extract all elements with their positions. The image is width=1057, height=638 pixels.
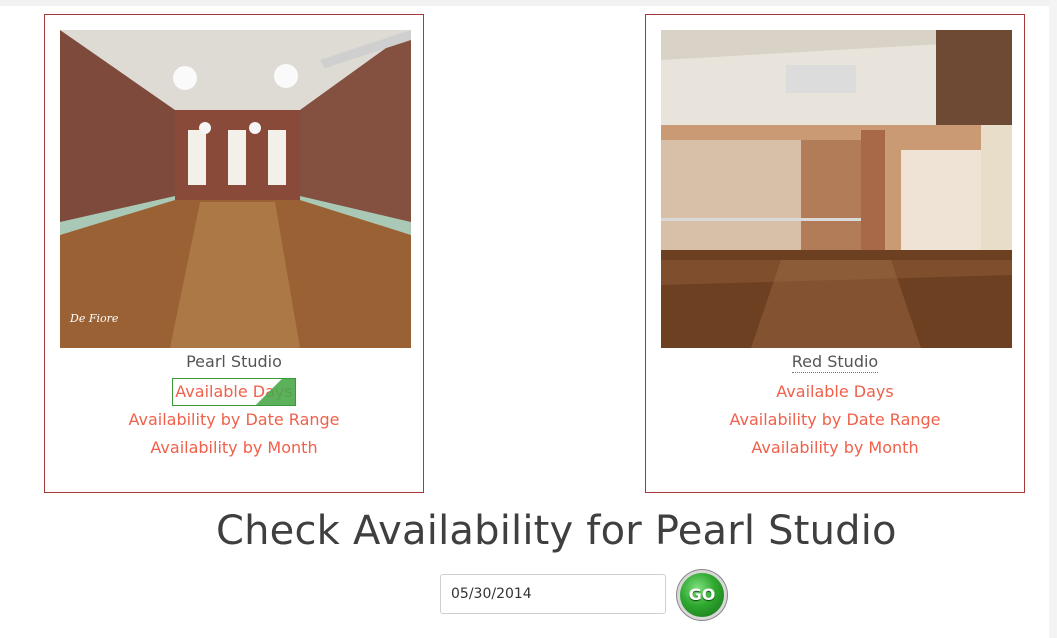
top-bar [0,0,1057,6]
watermark-text: De Fiore [69,312,119,325]
studio-links: Available Days Availability by Date Rang… [45,378,423,462]
studio-photo-pearl[interactable]: De Fiore [60,30,411,348]
date-field[interactable] [440,574,666,614]
go-button[interactable]: GO [680,573,724,617]
studio-card-pearl: De Fiore Pearl Studio Available Days Ava… [44,14,424,493]
availability-by-date-range-link[interactable]: Availability by Date Range [45,406,423,434]
available-days-link[interactable]: Available Days [45,378,423,406]
available-days-link[interactable]: Available Days [646,378,1024,406]
pearl-studio-image: De Fiore [60,30,411,348]
studio-name: Pearl Studio [186,352,282,371]
availability-by-date-range-link[interactable]: Availability by Date Range [646,406,1024,434]
page-title: Check Availability for Pearl Studio [216,508,897,554]
studio-links: Available Days Availability by Date Rang… [646,378,1024,462]
studio-name: Red Studio [791,352,879,373]
studio-card-red: Red Studio Available Days Availability b… [645,14,1025,493]
red-studio-image [661,30,1012,348]
availability-by-month-link[interactable]: Availability by Month [646,434,1024,462]
studio-photo-red[interactable] [661,30,1012,348]
right-edge [1049,0,1057,638]
availability-by-month-link[interactable]: Availability by Month [45,434,423,462]
